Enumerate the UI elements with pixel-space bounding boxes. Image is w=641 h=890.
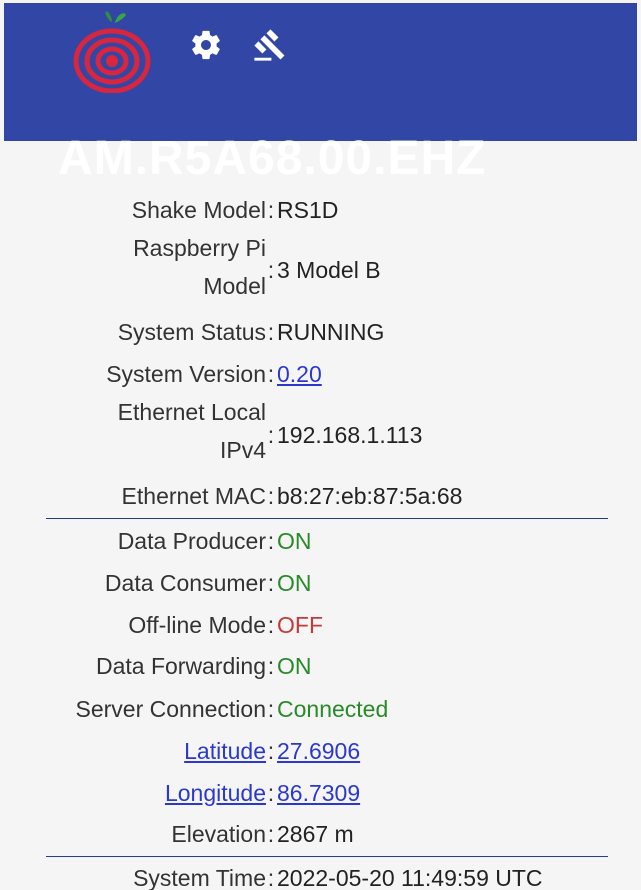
colon: : [267,257,275,283]
server-connection-label: Server Connection [75,696,267,722]
row-offline-mode: Off-line Mode : OFF [0,605,641,645]
app-frame: AM.R5A68.00.EHZ Shake Model : RS1D Raspb… [0,0,641,890]
latitude-value-link[interactable]: 27.6906 [277,731,360,771]
row-system-status: System Status : RUNNING [0,312,641,352]
ethernet-local-ipv4-label-line1: Ethernet Local [117,399,266,425]
ethernet-local-ipv4-value: 192.168.1.113 [277,422,423,448]
colon: : [267,319,275,345]
colon: : [267,780,275,806]
raspberry-pi-model-label-line2: Model [203,273,266,299]
row-data-consumer: Data Consumer : ON [0,563,641,603]
server-connection-value: Connected [277,696,389,722]
station-code-title: AM.R5A68.00.EHZ [58,132,487,185]
ethernet-mac-value: b8:27:eb:87:5a:68 [277,483,463,509]
longitude-value-link[interactable]: 86.7309 [277,773,360,813]
data-producer-value: ON [277,528,312,554]
row-raspberry-pi-model: Raspberry Pi Model : 3 Model B [0,232,641,312]
shake-model-value: RS1D [277,197,339,223]
row-elevation: Elevation : 2867 m [0,814,641,854]
colon: : [267,422,275,448]
colon: : [267,653,275,679]
data-consumer-value: ON [277,570,312,596]
system-version-label: System Version [106,361,266,387]
row-system-time: System Time : 2022-05-20 11:49:59 UTC [0,858,641,890]
colon: : [267,361,275,387]
longitude-label-link[interactable]: Longitude [165,773,266,813]
colon: : [267,821,275,847]
section-divider [46,856,608,857]
shake-model-label: Shake Model [131,197,266,223]
row-ethernet-local-ipv4: Ethernet Local IPv4 : 192.168.1.113 [0,396,641,476]
offline-mode-value: OFF [277,612,323,638]
row-longitude: Longitude : 86.7309 [0,773,641,813]
section-divider [46,518,608,519]
colon: : [267,483,275,509]
raspberry-pi-model-label-line1: Raspberry Pi [133,235,266,261]
row-system-version: System Version : 0.20 [0,354,641,394]
latitude-label-link[interactable]: Latitude [184,731,266,771]
colon: : [267,570,275,596]
system-time-label: System Time [133,865,266,890]
colon: : [267,528,275,554]
system-status-value: RUNNING [277,319,385,345]
row-server-connection: Server Connection : Connected [0,689,641,729]
offline-mode-label: Off-line Mode [128,612,266,638]
row-latitude: Latitude : 27.6906 [0,731,641,771]
row-ethernet-mac: Ethernet MAC : b8:27:eb:87:5a:68 [0,476,641,516]
colon: : [267,197,275,223]
header-bar [4,3,637,141]
gavel-icon[interactable] [250,25,290,65]
data-forwarding-value: ON [277,653,312,679]
data-forwarding-label: Data Forwarding [95,653,266,679]
system-time-value: 2022-05-20 11:49:59 UTC [277,865,543,890]
raspberry-pi-model-value: 3 Model B [277,257,381,283]
row-data-forwarding: Data Forwarding : ON [0,646,641,686]
gear-icon[interactable] [186,25,226,65]
colon: : [267,612,275,638]
elevation-label: Elevation [171,821,266,847]
data-consumer-label: Data Consumer [104,570,266,596]
ethernet-local-ipv4-label-line2: IPv4 [219,437,266,463]
raspberry-shake-logo-icon[interactable] [70,9,156,94]
row-shake-model: Shake Model : RS1D [0,190,641,230]
system-version-link[interactable]: 0.20 [277,354,322,394]
row-data-producer: Data Producer : ON [0,521,641,561]
data-producer-label: Data Producer [117,528,266,554]
ethernet-mac-label: Ethernet MAC [121,483,266,509]
colon: : [267,865,275,890]
elevation-value: 2867 m [277,821,354,847]
colon: : [267,738,275,764]
system-status-label: System Status [117,319,266,345]
colon: : [267,696,275,722]
